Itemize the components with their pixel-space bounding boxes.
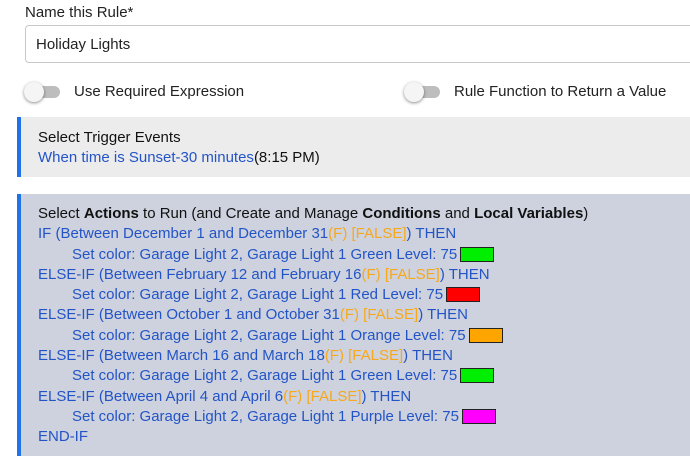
condition-line: ELSE-IF (Between March 16 and March 18(F… — [38, 347, 453, 365]
action-line: Set color: Garage Light 2, Garage Light … — [38, 285, 690, 305]
trigger-events-panel[interactable]: Select Trigger Events When time is Sunse… — [17, 117, 690, 177]
action-line: Set color: Garage Light 2, Garage Light … — [38, 326, 690, 346]
trigger-event-text: When time is Sunset-30 minutes — [38, 149, 254, 167]
trigger-event-time: (8:15 PM) — [253, 149, 320, 167]
condition-line: ELSE-IF (Between February 12 and Februar… — [38, 265, 490, 283]
color-swatch — [446, 287, 481, 303]
condition-line: ELSE-IF (Between October 1 and October 3… — [38, 306, 468, 324]
use-required-expression-switch[interactable] — [24, 81, 64, 102]
end-if-line: END-IF — [38, 428, 88, 446]
action-line: Set color: Garage Light 2, Garage Light … — [38, 245, 690, 265]
trigger-events-heading: Select Trigger Events — [38, 129, 181, 146]
rule-function-label: Rule Function to Return a Value — [454, 82, 667, 100]
trigger-event-line: When time is Sunset-30 minutes(8:15 PM) — [38, 148, 690, 168]
color-swatch — [460, 368, 495, 384]
color-swatch — [461, 408, 496, 424]
color-swatch — [468, 327, 503, 343]
rule-function-switch[interactable] — [404, 81, 444, 102]
actions-panel[interactable]: Select Actions to Run (and Create and Ma… — [17, 194, 690, 456]
rule-name-label: Name this Rule* — [25, 4, 134, 21]
action-line: Set color: Garage Light 2, Garage Light … — [38, 407, 690, 427]
rule-function-toggle-row[interactable]: Rule Function to Return a Value — [404, 81, 667, 102]
condition-line: IF (Between December 1 and December 31(F… — [38, 225, 457, 243]
rule-name-input[interactable] — [25, 25, 690, 63]
color-swatch — [460, 246, 495, 262]
use-required-expression-toggle-row[interactable]: Use Required Expression — [24, 81, 245, 102]
actions-heading: Select Actions to Run (and Create and Ma… — [38, 205, 589, 222]
action-line: Set color: Garage Light 2, Garage Light … — [38, 366, 690, 386]
use-required-expression-label: Use Required Expression — [74, 82, 245, 100]
condition-line: ELSE-IF (Between April 4 and April 6(F) … — [38, 387, 412, 405]
